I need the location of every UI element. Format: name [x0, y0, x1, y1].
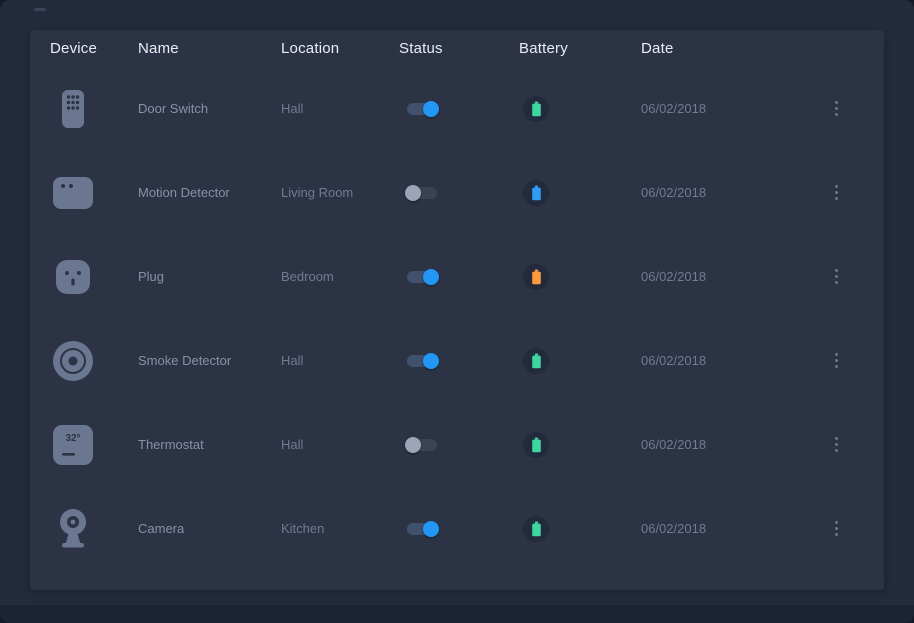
- smoke-detector-icon: [50, 338, 96, 384]
- kebab-menu-icon[interactable]: [831, 349, 842, 372]
- device-name: Plug: [138, 269, 281, 284]
- status-toggle[interactable]: [405, 268, 439, 286]
- table-row: Plug Bedroom 06/02/2018: [30, 234, 884, 318]
- battery-indicator: [523, 348, 549, 374]
- device-location: Kitchen: [281, 521, 399, 536]
- kebab-menu-icon[interactable]: [831, 97, 842, 120]
- battery-indicator: [523, 516, 549, 542]
- device-location: Living Room: [281, 185, 399, 200]
- table-row: Door Switch Hall 06/02/2018: [30, 66, 884, 150]
- device-name: Camera: [138, 521, 281, 536]
- device-name: Thermostat: [138, 437, 281, 452]
- device-location: Hall: [281, 101, 399, 116]
- device-location: Hall: [281, 353, 399, 368]
- app-window: Device Name Location Status Battery Date: [0, 0, 914, 623]
- device-date: 06/02/2018: [641, 521, 812, 536]
- column-header-location: Location: [281, 40, 399, 57]
- battery-indicator: [523, 264, 549, 290]
- status-toggle[interactable]: [405, 184, 439, 202]
- table-header: Device Name Location Status Battery Date: [30, 30, 884, 66]
- device-location: Hall: [281, 437, 399, 452]
- thermostat-icon: 32°: [50, 422, 96, 468]
- camera-icon: [50, 506, 96, 552]
- column-header-name: Name: [138, 40, 281, 57]
- titlebar-dash: [34, 8, 46, 11]
- device-name: Door Switch: [138, 101, 281, 116]
- device-date: 06/02/2018: [641, 101, 812, 116]
- status-toggle[interactable]: [405, 352, 439, 370]
- kebab-menu-icon[interactable]: [831, 517, 842, 540]
- kebab-menu-icon[interactable]: [831, 181, 842, 204]
- kebab-menu-icon[interactable]: [831, 265, 842, 288]
- device-location: Bedroom: [281, 269, 399, 284]
- table-row: 32° Thermostat Hall: [30, 402, 884, 486]
- motion-detector-icon: [50, 170, 96, 216]
- battery-indicator: [523, 432, 549, 458]
- device-date: 06/02/2018: [641, 437, 812, 452]
- plug-icon: [50, 254, 96, 300]
- column-header-battery: Battery: [519, 40, 641, 57]
- column-header-status: Status: [399, 40, 519, 57]
- battery-indicator: [523, 96, 549, 122]
- table-row: Smoke Detector Hall 06/02/2018: [30, 318, 884, 402]
- battery-indicator: [523, 180, 549, 206]
- footer-bar: [0, 605, 914, 623]
- device-date: 06/02/2018: [641, 353, 812, 368]
- device-name: Motion Detector: [138, 185, 281, 200]
- table-row: Motion Detector Living Room 06/02/2018: [30, 150, 884, 234]
- remote-icon: [50, 86, 96, 132]
- column-header-date: Date: [641, 40, 812, 57]
- table-row: Camera Kitchen 06/02/2018: [30, 486, 884, 570]
- column-header-device: Device: [50, 40, 138, 57]
- device-date: 06/02/2018: [641, 269, 812, 284]
- status-toggle[interactable]: [405, 520, 439, 538]
- device-name: Smoke Detector: [138, 353, 281, 368]
- status-toggle[interactable]: [405, 436, 439, 454]
- devices-table-card: Device Name Location Status Battery Date: [30, 30, 884, 590]
- status-toggle[interactable]: [405, 100, 439, 118]
- kebab-menu-icon[interactable]: [831, 433, 842, 456]
- device-date: 06/02/2018: [641, 185, 812, 200]
- svg-text:32°: 32°: [65, 433, 80, 444]
